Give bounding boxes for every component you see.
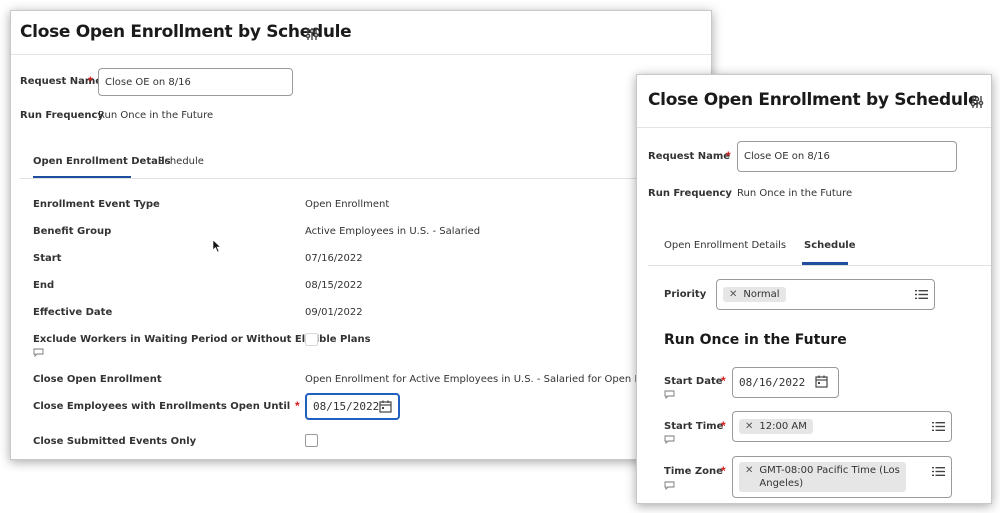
calendar-icon[interactable] [815,375,828,388]
priority-pill: ✕ Normal [723,287,786,302]
field-label: Enrollment Event Type [33,199,160,210]
priority-label: Priority [664,289,707,300]
comment-icon[interactable] [664,435,675,444]
run-frequency-label: Run Frequency [648,188,732,199]
run-frequency-value: Run Once in the Future [98,110,214,121]
time-zone-label: Time Zone [664,466,723,477]
field-label: Effective Date [33,307,113,318]
request-name-input[interactable]: Close OE on 8/16 [98,68,293,96]
tab-open-enrollment-details[interactable]: Open Enrollment Details [33,156,171,167]
field-value: 09/01/2022 [305,307,363,318]
tab-open-enrollment-details[interactable]: Open Enrollment Details [664,240,786,251]
tab-schedule[interactable]: Schedule [804,240,856,251]
related-actions-icon[interactable] [970,95,984,109]
request-name-label: Request Name [648,151,731,162]
remove-x-icon[interactable]: ✕ [745,464,753,477]
field-label: End [33,280,55,291]
comment-icon[interactable] [664,390,675,399]
date-value: 08/15/2022 [313,400,380,413]
header-divider [637,127,991,128]
field-value: 07/16/2022 [305,253,363,264]
list-icon[interactable] [915,289,928,300]
run-frequency-label: Run Frequency [20,110,104,121]
comment-icon[interactable] [664,481,675,490]
priority-select[interactable]: ✕ Normal [716,279,935,310]
list-icon[interactable] [932,466,945,477]
exclude-workers-checkbox[interactable] [305,333,318,346]
start-time-label: Start Time [664,421,724,432]
close-submitted-checkbox[interactable] [305,434,318,447]
mouse-pointer-icon [212,239,222,253]
section-heading: Run Once in the Future [664,332,847,348]
tab-schedule[interactable]: Schedule [158,156,204,167]
request-name-input[interactable]: Close OE on 8/16 [737,141,957,172]
page-title: Close Open Enrollment by Schedule [20,22,352,42]
right-task-panel: Close Open Enrollment by Schedule Reques… [636,74,992,504]
start-time-select[interactable]: ✕ 12:00 AM [732,411,952,442]
required-asterisk: * [721,464,726,478]
required-asterisk: * [721,419,726,433]
tabs-divider [20,178,711,179]
remove-x-icon[interactable]: ✕ [745,420,753,433]
close-open-enrollment-label: Close Open Enrollment [33,374,162,385]
start-time-pill: ✕ 12:00 AM [739,419,813,434]
list-icon[interactable] [932,421,945,432]
header-divider [11,54,711,55]
required-asterisk: * [721,374,726,388]
required-asterisk: * [88,74,93,88]
field-value: Active Employees in U.S. - Salaried [305,226,481,237]
required-asterisk: * [726,149,731,163]
field-value: 08/15/2022 [305,280,363,291]
run-frequency-value: Run Once in the Future [737,188,853,199]
time-zone-pill: ✕ GMT-08:00 Pacific Time (Los Angeles) [739,462,906,492]
date-value: 08/16/2022 [739,376,806,389]
close-submitted-label: Close Submitted Events Only [33,436,197,447]
field-label: Benefit Group [33,226,112,237]
tabs-divider [648,265,991,266]
field-value: Open Enrollment [305,199,390,210]
page-title: Close Open Enrollment by Schedule [648,90,980,110]
field-label: Start [33,253,62,264]
left-task-panel: Close Open Enrollment by Schedule Reques… [10,10,712,460]
remove-x-icon[interactable]: ✕ [729,288,737,301]
calendar-icon[interactable] [379,400,392,413]
related-actions-icon[interactable] [305,27,319,41]
start-date-label: Start Date [664,376,723,387]
close-employees-label: Close Employees with Enrollments Open Un… [33,401,291,412]
required-asterisk: * [295,399,300,413]
exclude-workers-label: Exclude Workers in Waiting Period or Wit… [33,334,371,345]
comment-icon[interactable] [33,348,44,357]
time-zone-select[interactable]: ✕ GMT-08:00 Pacific Time (Los Angeles) [732,456,952,498]
